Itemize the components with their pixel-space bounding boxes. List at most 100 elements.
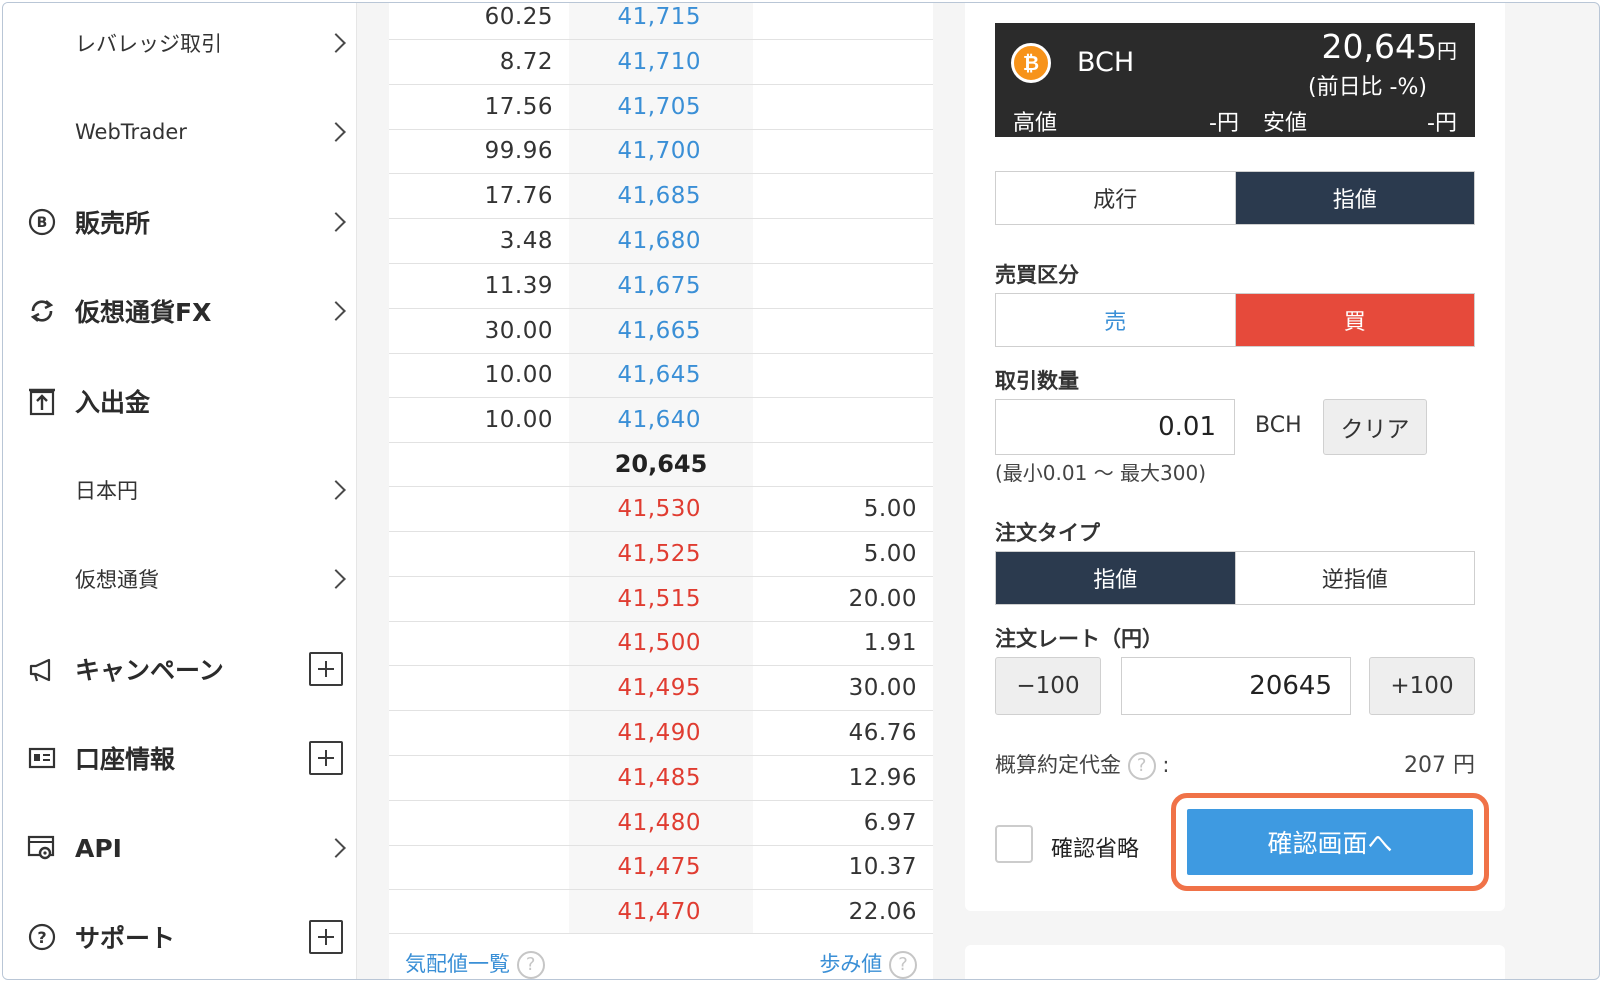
- bid-price[interactable]: 41,480: [618, 801, 701, 846]
- tab-limit-order[interactable]: 指値: [996, 552, 1235, 604]
- tab-market[interactable]: 成行: [996, 172, 1235, 224]
- order-book-footer: 気配値一覧 ? 歩み値 ?: [389, 933, 933, 979]
- minus-100-button[interactable]: −100: [995, 657, 1101, 715]
- bid-price[interactable]: 41,475: [618, 845, 701, 890]
- sidebar-item-label: 口座情報: [75, 745, 176, 774]
- quantity-input[interactable]: 0.01: [995, 399, 1235, 455]
- expand-plus-icon[interactable]: [309, 652, 343, 686]
- megaphone-icon: [27, 654, 57, 684]
- ask-price[interactable]: 41,710: [618, 40, 701, 85]
- bid-price[interactable]: 41,485: [618, 756, 701, 801]
- mid-price-row: 20,645: [389, 442, 933, 487]
- skip-confirm-checkbox[interactable]: [995, 825, 1033, 863]
- sidebar-item-label: 販売所: [75, 209, 151, 238]
- sidebar-item-deposit-withdraw[interactable]: 入出金: [3, 371, 357, 431]
- bid-row[interactable]: 41,470 22.06: [389, 890, 933, 936]
- bid-row[interactable]: 41,495 30.00: [389, 666, 933, 712]
- deposit-icon: [27, 386, 57, 416]
- sidebar-item-label: 仮想通貨FX: [75, 298, 212, 327]
- sidebar-item-webtrader[interactable]: WebTrader: [3, 102, 357, 162]
- bid-row[interactable]: 41,525 5.00: [389, 532, 933, 577]
- svg-text:B: B: [37, 215, 48, 231]
- bid-row[interactable]: 41,500 1.91: [389, 621, 933, 667]
- help-icon[interactable]: ?: [1127, 752, 1156, 780]
- confirm-highlight: 確認画面へ: [1171, 793, 1489, 891]
- help-icon[interactable]: ?: [516, 951, 545, 979]
- ask-row[interactable]: 17.76 41,685: [389, 174, 933, 220]
- expand-plus-icon[interactable]: [309, 920, 343, 954]
- sidebar-item-support[interactable]: ? サポート: [3, 907, 357, 967]
- ask-row[interactable]: 30.00 41,665: [389, 309, 933, 354]
- tab-limit[interactable]: 指値: [1234, 172, 1474, 224]
- high-value: -円: [1209, 111, 1239, 136]
- buy-button[interactable]: 買: [1234, 294, 1474, 346]
- api-gear-icon: [27, 833, 57, 863]
- ask-row[interactable]: 99.96 41,700: [389, 129, 933, 175]
- bid-row[interactable]: 41,480 6.97: [389, 801, 933, 846]
- estimate-value: 207 円: [1404, 753, 1475, 778]
- bid-price[interactable]: 41,495: [618, 666, 701, 711]
- ask-row[interactable]: 17.56 41,705: [389, 85, 933, 130]
- sidebar-item-crypto[interactable]: 仮想通貨: [3, 549, 357, 609]
- svg-text:?: ?: [37, 928, 46, 947]
- bid-price[interactable]: 41,525: [618, 532, 701, 577]
- sidebar-item-account-info[interactable]: 口座情報: [3, 728, 357, 788]
- bid-row[interactable]: 41,530 5.00: [389, 487, 933, 532]
- id-card-icon: [27, 743, 57, 773]
- sidebar-item-exchange-shop[interactable]: B 販売所: [3, 192, 357, 252]
- ask-price[interactable]: 41,680: [618, 219, 701, 264]
- bid-row[interactable]: 41,475 10.37: [389, 845, 933, 891]
- sidebar-item-leverage[interactable]: レバレッジ取引: [3, 13, 357, 73]
- sidebar-item-api[interactable]: API: [3, 818, 357, 878]
- ask-price[interactable]: 41,640: [618, 398, 701, 443]
- bid-price[interactable]: 41,515: [618, 577, 701, 622]
- ask-price[interactable]: 41,685: [618, 174, 701, 219]
- ask-row[interactable]: 60.25 41,715: [389, 3, 933, 40]
- expand-plus-icon[interactable]: [309, 741, 343, 775]
- trade-history-link[interactable]: 歩み値 ?: [819, 948, 917, 979]
- ask-row[interactable]: 3.48 41,680: [389, 219, 933, 264]
- bid-price[interactable]: 41,470: [618, 890, 701, 935]
- bid-row[interactable]: 41,485 12.96: [389, 756, 933, 801]
- sidebar-item-jpy[interactable]: 日本円: [3, 460, 357, 520]
- sidebar-nav: レバレッジ取引 WebTrader B 販売所 仮想通貨FX 入出金 日本円 仮…: [3, 3, 357, 979]
- ask-price[interactable]: 41,645: [618, 353, 701, 398]
- bid-row[interactable]: 41,490 46.76: [389, 711, 933, 756]
- app-window: レバレッジ取引 WebTrader B 販売所 仮想通貨FX 入出金 日本円 仮…: [2, 2, 1600, 980]
- confirm-button[interactable]: 確認画面へ: [1187, 809, 1473, 875]
- sidebar-item-label: API: [75, 833, 122, 863]
- ask-row[interactable]: 10.00 41,645: [389, 353, 933, 399]
- plus-100-button[interactable]: +100: [1369, 657, 1475, 715]
- bid-row[interactable]: 41,515 20.00: [389, 577, 933, 622]
- ask-row[interactable]: 8.72 41,710: [389, 40, 933, 85]
- chevron-right-icon: [326, 212, 346, 232]
- bid-price[interactable]: 41,500: [618, 621, 701, 666]
- sidebar-item-crypto-fx[interactable]: 仮想通貨FX: [3, 281, 357, 341]
- clear-button[interactable]: クリア: [1323, 399, 1427, 455]
- ask-price[interactable]: 41,665: [618, 309, 701, 354]
- ask-price[interactable]: 41,675: [618, 264, 701, 309]
- ask-price[interactable]: 41,715: [618, 3, 701, 40]
- ask-price[interactable]: 41,705: [618, 85, 701, 130]
- ask-quantity: 8.72: [499, 48, 553, 75]
- last-price: 20,645円: [1322, 27, 1457, 66]
- quote-list-link[interactable]: 気配値一覧 ?: [405, 948, 545, 979]
- ask-quantity: 10.00: [484, 362, 553, 389]
- sell-button[interactable]: 売: [996, 294, 1235, 346]
- sidebar-item-campaign[interactable]: キャンペーン: [3, 639, 357, 699]
- bid-price[interactable]: 41,490: [618, 711, 701, 756]
- help-icon[interactable]: ?: [889, 951, 917, 979]
- rate-input[interactable]: 20645: [1121, 657, 1351, 715]
- bid-quantity: 5.00: [863, 540, 917, 567]
- tab-stop-order[interactable]: 逆指値: [1234, 552, 1475, 604]
- order-type-toggle: 成行 指値: [995, 171, 1475, 225]
- ask-quantity: 17.56: [484, 93, 553, 120]
- ask-price[interactable]: 41,700: [618, 129, 701, 174]
- sidebar-item-label: 仮想通貨: [75, 568, 159, 592]
- ask-row[interactable]: 11.39 41,675: [389, 264, 933, 309]
- ask-quantity: 17.76: [484, 183, 553, 210]
- ask-row[interactable]: 10.00 41,640: [389, 398, 933, 444]
- sidebar-item-label: 日本円: [75, 479, 138, 503]
- bid-price[interactable]: 41,530: [618, 487, 701, 532]
- ask-quantity: 3.48: [499, 228, 553, 254]
